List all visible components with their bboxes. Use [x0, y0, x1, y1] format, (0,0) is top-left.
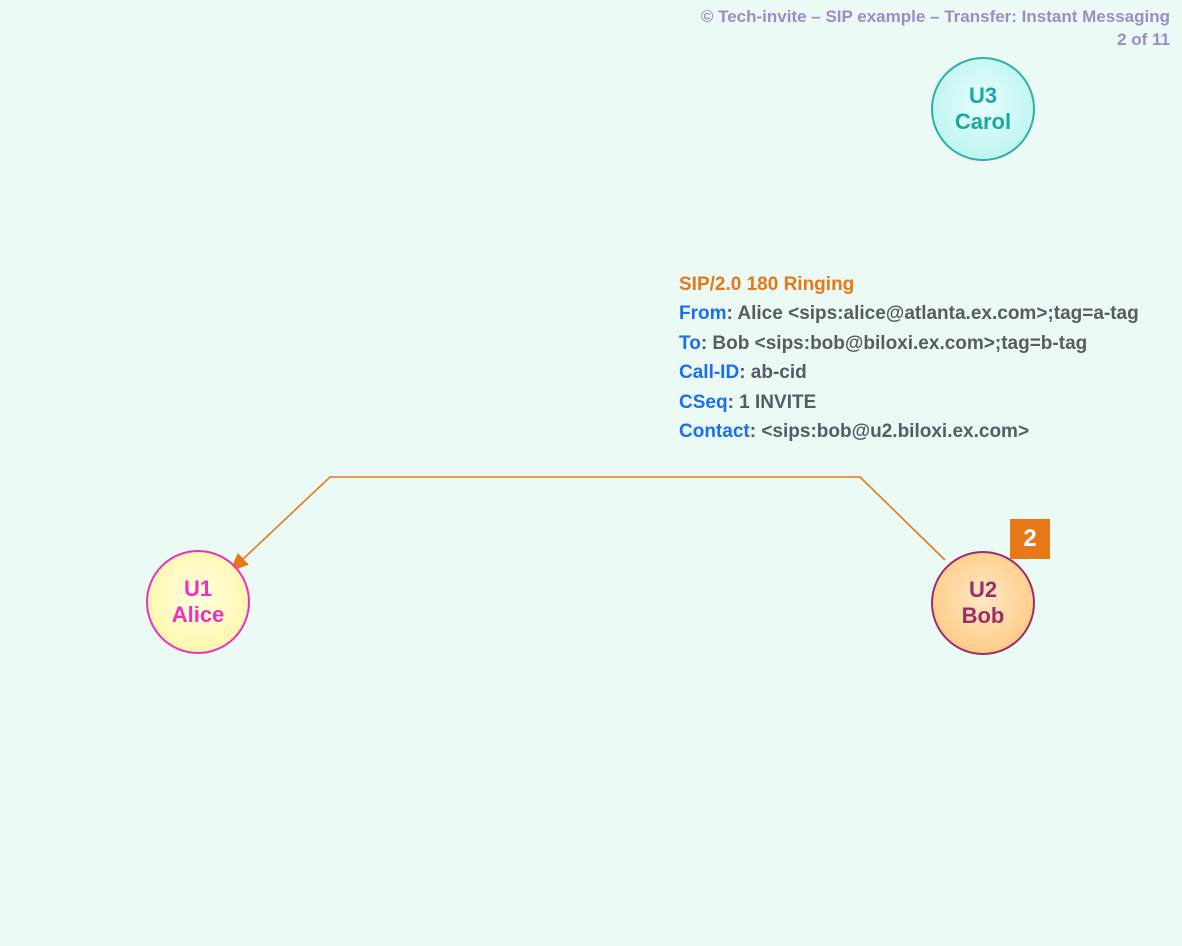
sip-header-name: CSeq: [679, 392, 728, 413]
sip-header-row: To: Bob <sips:bob@biloxi.ex.com>;tag=b-t…: [679, 329, 1139, 358]
node-carol-id: U3: [969, 83, 997, 109]
sip-header-row: Call-ID: ab-cid: [679, 358, 1139, 387]
sip-header-row: Contact: <sips:bob@u2.biloxi.ex.com>: [679, 417, 1139, 446]
sip-header-value: : <sips:bob@u2.biloxi.ex.com>: [750, 421, 1029, 442]
node-alice-name: Alice: [172, 602, 225, 628]
step-number: 2: [1023, 525, 1036, 553]
node-alice-id: U1: [184, 576, 212, 602]
sip-header-name: To: [679, 333, 701, 354]
node-bob: U2 Bob: [931, 551, 1035, 655]
node-carol: U3 Carol: [931, 57, 1035, 161]
sip-message-block: SIP/2.0 180 Ringing From: Alice <sips:al…: [679, 270, 1139, 447]
node-bob-id: U2: [969, 577, 997, 603]
sip-header-row: From: Alice <sips:alice@atlanta.ex.com>;…: [679, 299, 1139, 328]
sip-header-name: From: [679, 303, 727, 324]
step-number-badge: 2: [1010, 519, 1050, 559]
sip-status-line: SIP/2.0 180 Ringing: [679, 270, 1139, 299]
sip-header-row: CSeq: 1 INVITE: [679, 388, 1139, 417]
sip-header-value: : ab-cid: [739, 362, 807, 383]
node-carol-name: Carol: [955, 109, 1011, 135]
sip-header-name: Call-ID: [679, 362, 739, 383]
sip-header-name: Contact: [679, 421, 750, 442]
copyright-text: © Tech-invite – SIP example – Transfer: …: [701, 7, 1170, 26]
sip-header-value: : 1 INVITE: [728, 392, 817, 413]
page-indicator: 2 of 11: [701, 29, 1170, 52]
diagram-header: © Tech-invite – SIP example – Transfer: …: [701, 6, 1170, 52]
sip-header-value: : Alice <sips:alice@atlanta.ex.com>;tag=…: [727, 303, 1139, 324]
node-alice: U1 Alice: [146, 550, 250, 654]
sip-header-value: : Bob <sips:bob@biloxi.ex.com>;tag=b-tag: [701, 333, 1087, 354]
node-bob-name: Bob: [962, 603, 1005, 629]
